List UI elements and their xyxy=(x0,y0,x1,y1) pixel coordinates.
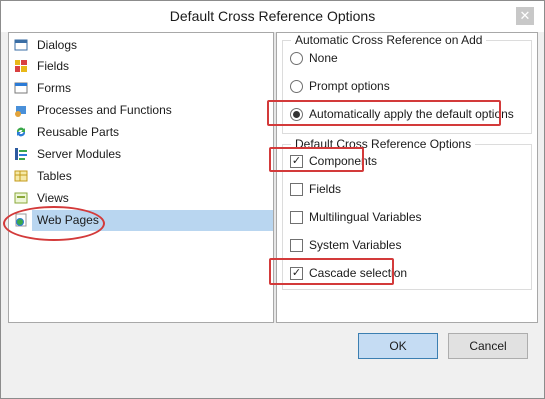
radio-auto-apply[interactable]: Automatically apply the default options xyxy=(290,105,526,125)
checkbox[interactable]: ✓ xyxy=(290,155,303,168)
group-title: Default Cross Reference Options xyxy=(291,137,476,151)
tree-item-label: Forms xyxy=(37,81,71,95)
web-pages-icon xyxy=(15,213,27,227)
radio-prompt-options[interactable]: Prompt options xyxy=(290,77,490,97)
dialog-icon xyxy=(14,39,28,51)
tree-item-processes[interactable]: Processes and Functions xyxy=(12,100,273,121)
title-bar: Default Cross Reference Options ✕ xyxy=(1,1,544,32)
checkbox-fields[interactable]: Fields xyxy=(290,180,490,200)
tree-item-web-pages[interactable]: Web Pages xyxy=(12,210,273,231)
dialog-window: Default Cross Reference Options ✕ Dialog… xyxy=(0,0,545,399)
checkbox[interactable]: ✓ xyxy=(290,267,303,280)
tree-item-label: Server Modules xyxy=(37,147,122,161)
radio-button[interactable] xyxy=(290,108,303,121)
checkbox[interactable] xyxy=(290,239,303,252)
option-label: Cascade selection xyxy=(309,266,408,280)
option-label: None xyxy=(309,51,338,65)
reusable-parts-icon xyxy=(16,127,26,137)
tree-item-label: Views xyxy=(37,191,69,205)
tree-item-views[interactable]: Views xyxy=(12,188,273,209)
tables-icon xyxy=(14,170,28,182)
close-button[interactable]: ✕ xyxy=(516,7,534,25)
tree-item-label: Processes and Functions xyxy=(37,103,172,117)
checkbox[interactable] xyxy=(290,183,303,196)
tree-item-server-modules[interactable]: Server Modules xyxy=(12,144,273,165)
checkbox[interactable] xyxy=(290,211,303,224)
checkbox-multilingual-variables[interactable]: Multilingual Variables xyxy=(290,208,490,228)
tree-item-label: Reusable Parts xyxy=(37,125,120,139)
ok-button[interactable]: OK xyxy=(358,333,438,359)
fields-icon xyxy=(15,60,27,72)
tree-item-reusable-parts[interactable]: Reusable Parts xyxy=(12,122,273,143)
checkbox-components[interactable]: ✓ Components xyxy=(290,152,490,172)
tree-item-label: Dialogs xyxy=(37,38,78,52)
tree-item-label: Fields xyxy=(37,59,70,73)
option-label: Multilingual Variables xyxy=(309,210,422,224)
default-cross-reference-group: Default Cross Reference Options ✓ Compon… xyxy=(282,137,532,290)
option-label: Prompt options xyxy=(309,79,390,93)
checkbox-cascade-selection[interactable]: ✓ Cascade selection xyxy=(290,264,490,284)
tree-item-fields[interactable]: Fields xyxy=(12,56,273,77)
tree-item-dialogs[interactable]: Dialogs xyxy=(12,35,273,56)
radio-button[interactable] xyxy=(290,80,303,93)
option-label: Components xyxy=(309,154,378,168)
object-type-list: Dialogs Fields Forms Processes and Funct… xyxy=(8,32,274,323)
cancel-button[interactable]: Cancel xyxy=(448,333,528,359)
close-icon: ✕ xyxy=(519,8,531,23)
processes-icon xyxy=(15,106,26,117)
tree-item-label: Tables xyxy=(37,169,72,183)
tree-item-forms[interactable]: Forms xyxy=(12,78,273,99)
views-icon xyxy=(14,192,28,204)
group-title: Automatic Cross Reference on Add xyxy=(291,33,487,47)
forms-icon xyxy=(14,82,28,94)
server-modules-icon xyxy=(15,148,27,160)
radio-button[interactable] xyxy=(290,52,303,65)
options-panel: Automatic Cross Reference on Add None Pr… xyxy=(276,32,538,323)
radio-none[interactable]: None xyxy=(290,49,490,69)
checkbox-system-variables[interactable]: System Variables xyxy=(290,236,490,256)
tree-item-tables[interactable]: Tables xyxy=(12,166,273,187)
tree-item-label: Web Pages xyxy=(32,210,273,231)
option-label: System Variables xyxy=(309,238,402,252)
auto-cross-reference-group: Automatic Cross Reference on Add None Pr… xyxy=(282,33,532,134)
option-label: Fields xyxy=(309,182,342,196)
option-label: Automatically apply the default options xyxy=(309,107,514,121)
dialog-title: Default Cross Reference Options xyxy=(169,8,376,24)
